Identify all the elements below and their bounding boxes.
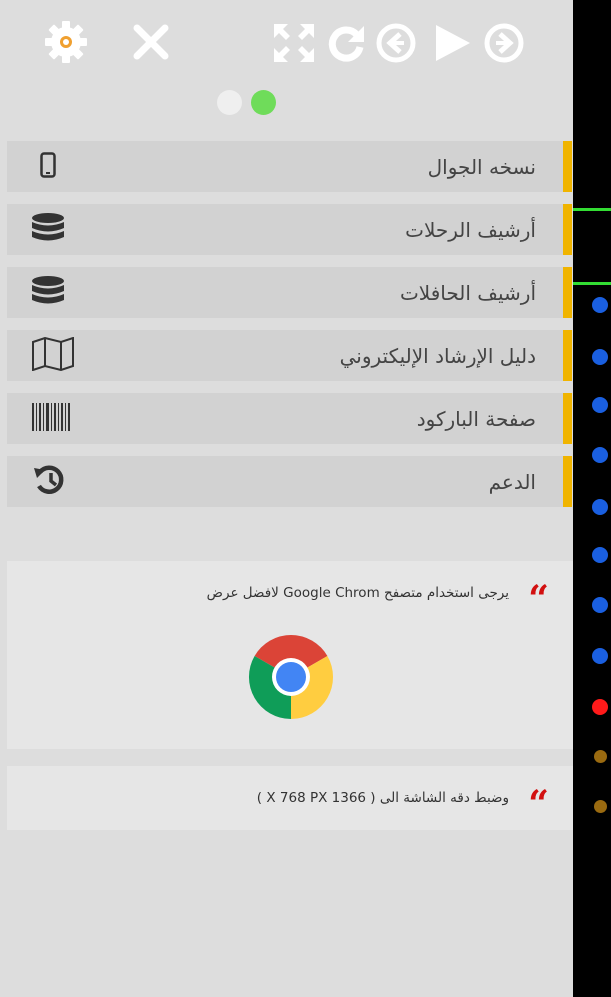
- resolution-notice: “ وضبط دقه الشاشة الى ( 1366 X 768 PX ): [7, 766, 573, 830]
- menu-item-label: الدعم: [488, 469, 536, 494]
- forward-icon[interactable]: [484, 23, 524, 67]
- chrome-logo-icon: [247, 633, 335, 725]
- menu-item-support[interactable]: الدعم: [7, 456, 572, 507]
- play-icon[interactable]: [432, 22, 472, 68]
- menu-item-label: صفحة الباركود: [416, 406, 536, 431]
- quote-icon: “: [528, 578, 549, 620]
- map-icon: [31, 336, 75, 375]
- barcode-icon: [31, 402, 71, 436]
- menu-item-buses-archive[interactable]: أرشيف الحافلات: [7, 267, 572, 318]
- refresh-icon[interactable]: [324, 22, 368, 68]
- status-dot: [592, 349, 608, 365]
- quote-icon: “: [528, 783, 549, 825]
- status-dot: [594, 800, 607, 813]
- side-panel: نسخه الجوال أرشيف الرحلات أرشيف الحافلات…: [0, 0, 573, 997]
- gear-icon[interactable]: [40, 18, 92, 70]
- browser-notice: “ يرجى استخدام متصفح Google Chrom لافضل …: [7, 561, 573, 749]
- pager-dot-active[interactable]: [251, 90, 276, 115]
- status-dot: [592, 597, 608, 613]
- database-icon: [31, 212, 65, 247]
- close-icon[interactable]: [131, 22, 171, 66]
- status-dot: [592, 499, 608, 515]
- menu-item-label: نسخه الجوال: [427, 154, 536, 179]
- status-dot: [592, 648, 608, 664]
- menu-item-label: دليل الإرشاد الإليكتروني: [339, 343, 536, 368]
- browser-notice-text: يرجى استخدام متصفح Google Chrom لافضل عر…: [206, 585, 509, 601]
- page-indicator: [217, 90, 276, 115]
- green-line: [573, 208, 611, 211]
- back-icon[interactable]: [376, 23, 416, 67]
- background-strip: [573, 0, 611, 997]
- resolution-notice-text: وضبط دقه الشاشة الى ( 1366 X 768 PX ): [256, 790, 509, 806]
- history-icon: [33, 464, 67, 500]
- pager-dot-inactive[interactable]: [217, 90, 242, 115]
- status-dot: [592, 699, 608, 715]
- mobile-icon: [40, 151, 56, 182]
- menu-item-label: أرشيف الرحلات: [405, 217, 536, 242]
- menu-item-mobile-version[interactable]: نسخه الجوال: [7, 141, 572, 192]
- toolbar: [0, 0, 573, 130]
- main-menu: نسخه الجوال أرشيف الرحلات أرشيف الحافلات…: [7, 141, 572, 519]
- menu-item-electronic-guide[interactable]: دليل الإرشاد الإليكتروني: [7, 330, 572, 381]
- status-dot: [594, 750, 607, 763]
- menu-item-label: أرشيف الحافلات: [399, 280, 536, 305]
- status-dot: [592, 397, 608, 413]
- menu-item-barcode-page[interactable]: صفحة الباركود: [7, 393, 572, 444]
- status-dot: [592, 447, 608, 463]
- status-dot: [592, 297, 608, 313]
- status-dot: [592, 547, 608, 563]
- fullscreen-icon[interactable]: [272, 22, 316, 68]
- menu-item-trips-archive[interactable]: أرشيف الرحلات: [7, 204, 572, 255]
- green-line: [573, 282, 611, 285]
- database-icon: [31, 275, 65, 310]
